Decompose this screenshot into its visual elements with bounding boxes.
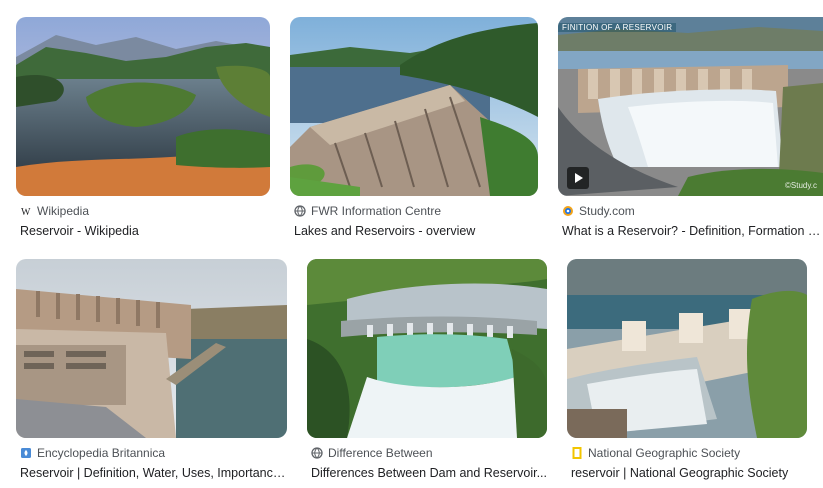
play-icon[interactable]: [567, 167, 589, 189]
result-thumbnail[interactable]: [290, 17, 538, 196]
result-source-label: Encyclopedia Britannica: [37, 446, 166, 460]
globe-icon: [311, 447, 323, 459]
result-source-label: Difference Between: [328, 446, 433, 460]
result-source-label: Study.com: [579, 204, 635, 218]
result-source[interactable]: FWR Information Centre: [294, 204, 441, 218]
image-caption: FINITION OF A RESERVOIR: [558, 23, 677, 32]
result-title[interactable]: reservoir | National Geographic Society: [571, 466, 807, 480]
result-card[interactable]: National Geographic Society reservoir | …: [567, 259, 807, 484]
wikipedia-icon: W: [20, 205, 32, 217]
image-watermark: ©Study.c: [785, 181, 817, 190]
result-source[interactable]: Encyclopedia Britannica: [20, 446, 165, 460]
result-source-label: Wikipedia: [37, 204, 90, 218]
result-thumbnail[interactable]: [16, 259, 287, 438]
result-card[interactable]: FINITION OF A RESERVOIR ©Study.c Study.c…: [558, 17, 823, 242]
result-title[interactable]: Lakes and Reservoirs - overview: [294, 224, 538, 238]
result-title[interactable]: Differences Between Dam and Reservoir...: [311, 466, 547, 480]
result-source-label: FWR Information Centre: [311, 204, 442, 218]
study-com-icon: [562, 205, 574, 217]
result-source[interactable]: Study.com: [562, 204, 635, 218]
result-card[interactable]: W Wikipedia Reservoir - Wikipedia: [16, 17, 270, 242]
result-source[interactable]: W Wikipedia: [20, 204, 89, 218]
result-card[interactable]: Difference Between Differences Between D…: [307, 259, 547, 484]
globe-icon: [294, 205, 306, 217]
result-thumbnail[interactable]: [16, 17, 270, 196]
result-card[interactable]: Encyclopedia Britannica Reservoir | Defi…: [16, 259, 287, 484]
result-source-label: National Geographic Society: [588, 446, 741, 460]
result-source[interactable]: National Geographic Society: [571, 446, 740, 460]
result-source[interactable]: Difference Between: [311, 446, 433, 460]
natgeo-icon: [571, 447, 583, 459]
result-thumbnail[interactable]: [567, 259, 807, 438]
britannica-icon: [20, 447, 32, 459]
result-card[interactable]: FWR Information Centre Lakes and Reservo…: [290, 17, 538, 242]
svg-text:W: W: [21, 207, 31, 217]
result-title[interactable]: Reservoir | Definition, Water, Uses, Imp…: [20, 466, 287, 480]
result-title[interactable]: What is a Reservoir? - Definition, Forma…: [562, 224, 823, 238]
result-thumbnail[interactable]: [307, 259, 547, 438]
result-title[interactable]: Reservoir - Wikipedia: [20, 224, 270, 238]
result-thumbnail[interactable]: FINITION OF A RESERVOIR ©Study.c: [558, 17, 823, 196]
